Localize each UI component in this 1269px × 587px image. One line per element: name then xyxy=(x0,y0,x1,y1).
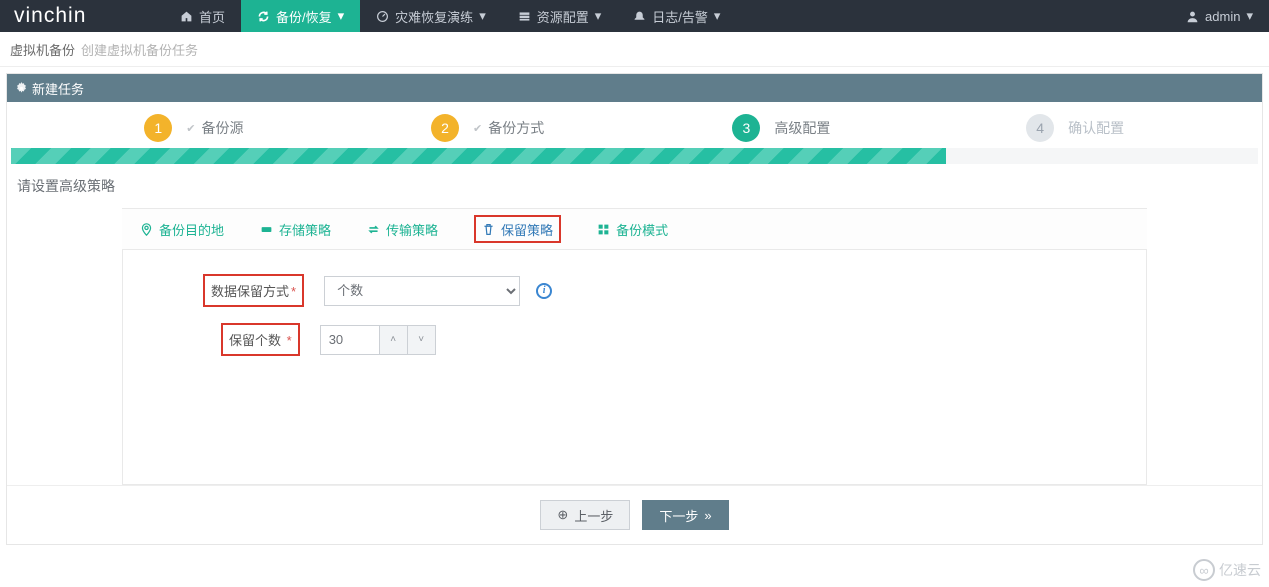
tab-retain[interactable]: 保留策略 xyxy=(456,209,579,249)
brand-logo: vinchin xyxy=(0,0,164,32)
nav-drill[interactable]: 灾难恢复演练 ▾ xyxy=(360,0,502,32)
wizard-step-4[interactable]: 4 确认配置 xyxy=(928,114,1222,142)
transfer-icon xyxy=(367,223,380,236)
breadcrumb-main: 虚拟机备份 xyxy=(10,40,75,59)
step-label: 备份源 xyxy=(201,118,243,138)
tab-storage[interactable]: 存储策略 xyxy=(242,209,349,249)
arrow-left-icon: ⊕ xyxy=(557,507,568,523)
tab-transfer[interactable]: 传输策略 xyxy=(349,209,456,249)
tab-label: 存储策略 xyxy=(279,220,331,239)
chevron-down-icon: ▾ xyxy=(595,8,602,24)
panel-header: 新建任务 xyxy=(7,74,1262,102)
home-icon xyxy=(180,10,193,23)
disk-icon xyxy=(260,223,273,236)
step-down-button[interactable]: ˅ xyxy=(408,325,436,355)
progress-stripe xyxy=(11,148,1258,164)
trash-icon xyxy=(482,223,495,236)
user-menu[interactable]: admin ▾ xyxy=(1170,0,1269,32)
top-nav: vinchin 首页 备份/恢复 ▾ 灾难恢复演练 ▾ 资源配置 ▾ 日志/告警… xyxy=(0,0,1269,32)
next-button[interactable]: 下一步 » xyxy=(642,500,728,530)
retain-mode-select[interactable]: 个数 xyxy=(324,276,520,306)
arrow-right-icon: » xyxy=(704,508,711,523)
tab-label: 保留策略 xyxy=(501,220,553,239)
step-number: 4 xyxy=(1026,114,1054,142)
prev-label: 上一步 xyxy=(574,506,613,525)
tab-label: 传输策略 xyxy=(386,220,438,239)
wizard-steps: 1 ✔ 备份源 2 ✔ 备份方式 3 高级配置 4 确认配置 xyxy=(7,102,1262,146)
step-up-button[interactable]: ˄ xyxy=(380,325,408,355)
stack-icon xyxy=(518,10,531,23)
user-name: admin xyxy=(1205,9,1240,24)
wizard-actions: ⊕ 上一步 下一步 » xyxy=(7,485,1262,544)
wizard-step-1[interactable]: 1 ✔ 备份源 xyxy=(47,114,341,142)
check-icon: ✔ xyxy=(473,122,482,135)
chevron-down-icon: ▾ xyxy=(479,8,486,24)
nav-backup-label: 备份/恢复 xyxy=(276,7,332,26)
chevron-down-icon: ▾ xyxy=(714,8,721,24)
form-body: 数据保留方式* 个数 i 保留个数 * ˄ ˅ xyxy=(122,250,1147,485)
step-number: 2 xyxy=(431,114,459,142)
tab-destination[interactable]: 备份目的地 xyxy=(122,209,242,249)
watermark: ∞ 亿速云 xyxy=(1193,559,1261,581)
step-number: 3 xyxy=(732,114,760,142)
dashboard-icon xyxy=(376,10,389,23)
nav-logs-label: 日志/告警 xyxy=(652,7,708,26)
step-label: 备份方式 xyxy=(488,118,544,138)
prev-button[interactable]: ⊕ 上一步 xyxy=(540,500,630,530)
chevron-down-icon: ▾ xyxy=(1246,8,1253,24)
refresh-icon xyxy=(257,10,270,23)
gear-icon xyxy=(15,82,28,95)
check-icon: ✔ xyxy=(186,122,195,135)
retain-mode-label: 数据保留方式 xyxy=(211,284,289,299)
step-number: 1 xyxy=(144,114,172,142)
tab-mode[interactable]: 备份模式 xyxy=(579,209,686,249)
nav-drill-label: 灾难恢复演练 xyxy=(395,7,473,26)
panel-title: 新建任务 xyxy=(32,79,84,98)
retain-count-input[interactable] xyxy=(320,325,380,355)
nav-home-label: 首页 xyxy=(199,7,225,26)
row-retain-count: 保留个数 * ˄ ˅ xyxy=(203,323,1066,356)
nav-resource[interactable]: 资源配置 ▾ xyxy=(502,0,618,32)
wizard-step-2[interactable]: 2 ✔ 备份方式 xyxy=(341,114,635,142)
breadcrumb: 虚拟机备份 创建虚拟机备份任务 xyxy=(0,32,1269,67)
nav-logs[interactable]: 日志/告警 ▾ xyxy=(617,0,736,32)
next-label: 下一步 xyxy=(659,506,698,525)
chevron-down-icon: ▾ xyxy=(338,8,345,24)
strategy-tabs: 备份目的地 存储策略 传输策略 保留策略 xyxy=(122,209,1147,249)
info-icon[interactable]: i xyxy=(536,283,552,299)
location-icon xyxy=(140,223,153,236)
retain-count-label: 保留个数 xyxy=(229,333,281,348)
step-label: 确认配置 xyxy=(1068,118,1124,138)
breadcrumb-sub: 创建虚拟机备份任务 xyxy=(81,40,198,59)
tab-label: 备份模式 xyxy=(616,220,668,239)
nav-home[interactable]: 首页 xyxy=(164,0,241,32)
section-title: 请设置高级策略 xyxy=(7,176,1262,208)
user-icon xyxy=(1186,10,1199,23)
row-retain-mode: 数据保留方式* 个数 i xyxy=(203,274,1066,307)
nav-resource-label: 资源配置 xyxy=(537,7,589,26)
tab-label: 备份目的地 xyxy=(159,220,224,239)
grid-icon xyxy=(597,223,610,236)
nav-backup[interactable]: 备份/恢复 ▾ xyxy=(241,0,360,32)
bell-icon xyxy=(633,10,646,23)
step-label: 高级配置 xyxy=(774,118,830,138)
task-panel: 新建任务 1 ✔备份源 2 ✔备份方式 3 高级配置 4 确认配置 请设 xyxy=(6,73,1263,545)
wizard-step-3[interactable]: 3 高级配置 xyxy=(635,114,929,142)
